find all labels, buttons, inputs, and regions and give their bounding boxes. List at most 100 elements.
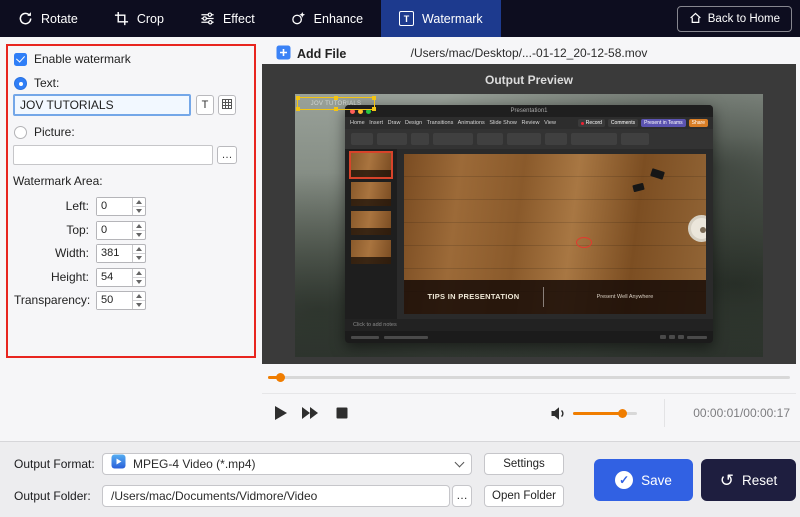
crop-icon [114,11,129,26]
height-stepper-down-icon[interactable] [133,278,145,286]
play-button[interactable] [270,402,292,424]
home-icon [689,11,702,27]
slide-caption-band: TIPS IN PRESENTATION Present Well Anywhe… [404,280,706,314]
save-label: Save [641,472,672,488]
transparency-stepper-up-icon[interactable] [133,292,145,301]
play-icon [275,406,287,420]
picture-radio[interactable] [14,125,27,139]
transparency-input[interactable] [97,291,132,309]
back-to-home-label: Back to Home [707,12,780,25]
left-stepper-down-icon[interactable] [133,207,145,215]
open-folder-button[interactable]: Open Folder [484,485,564,507]
volume-level [573,412,623,415]
slide-thumbnail [351,240,391,264]
transparency-label: Transparency: [14,293,91,307]
volume-handle[interactable] [618,409,627,418]
tab-label: Enhance [313,11,364,26]
height-stepper-up-icon[interactable] [133,269,145,278]
left-input[interactable] [97,197,132,215]
text-radio[interactable] [14,76,27,90]
add-file-icon [276,45,291,63]
red-annotation-circle [576,237,593,249]
tab-effect[interactable]: Effect [182,0,273,37]
resize-handle[interactable] [372,96,376,100]
record-dot-icon [580,121,584,125]
left-stepper-up-icon[interactable] [133,198,145,207]
stop-icon [336,407,348,419]
text-color-button[interactable] [218,95,236,115]
width-input[interactable] [97,244,132,262]
fast-forward-button[interactable] [299,402,321,424]
ppt-slide-area: TIPS IN PRESENTATION Present Well Anywhe… [397,149,713,319]
picture-option-row: Picture: [14,125,75,139]
resize-handle[interactable] [296,107,300,111]
text-option-label: Text: [34,76,60,90]
settings-label: Settings [503,458,545,470]
seek-handle[interactable] [276,373,285,382]
top-input[interactable] [97,221,132,239]
watermark-text-input[interactable] [13,94,191,116]
tab-enhance[interactable]: Enhance [273,0,381,37]
save-button[interactable]: ✓ Save [594,459,693,501]
resize-handle[interactable] [334,107,338,111]
rotate-icon [18,11,33,26]
transparency-field-row: Transparency: [14,290,154,310]
back-to-home-button[interactable]: Back to Home [676,5,792,32]
volume-icon [551,406,564,420]
width-field-row: Width: [14,243,154,263]
ppt-current-slide: TIPS IN PRESENTATION Present Well Anywhe… [404,154,706,314]
top-toolbar: Rotate Crop Effect Enhance T Watermark B… [0,0,800,37]
height-input[interactable] [97,268,132,286]
add-file-button[interactable]: Add File [276,44,346,64]
enable-watermark-label: Enable watermark [34,52,131,66]
ppt-ribbon-tabs: Home Insert Draw Design Transitions Anim… [345,117,713,129]
enable-watermark-checkbox[interactable] [14,52,27,66]
width-stepper-up-icon[interactable] [133,245,145,254]
open-folder-label: Open Folder [492,490,556,502]
seek-track[interactable] [268,376,790,379]
volume-button[interactable] [547,402,569,424]
height-label: Height: [50,270,89,284]
slide-thumbnail [349,151,393,179]
height-stepper [96,267,146,287]
resize-handle[interactable] [334,96,338,100]
text-font-button[interactable]: T [196,95,214,115]
stop-button[interactable] [331,402,353,424]
width-stepper-down-icon[interactable] [133,254,145,262]
top-stepper-up-icon[interactable] [133,222,145,231]
left-stepper [96,196,146,216]
folder-browse-button[interactable]: … [452,485,472,507]
ppt-record-button: Record [577,119,605,127]
watermark-selection-box[interactable]: JOV TUTORIALS [296,96,376,111]
settings-button[interactable]: Settings [484,453,564,475]
video-frame: Presentation1 Home Insert Draw Design Tr… [295,94,763,357]
color-grid-icon [222,98,232,112]
resize-handle[interactable] [372,107,376,111]
height-field-row: Height: [14,267,154,287]
resize-handle[interactable] [296,96,300,100]
tab-rotate[interactable]: Rotate [0,0,96,37]
enhance-icon [291,11,306,26]
ppt-share-button: Share [688,119,708,127]
enable-watermark-checkbox-row: Enable watermark [14,52,131,66]
output-format-dropdown[interactable]: MPEG-4 Video (*.mp4) [102,453,472,475]
transparency-stepper-down-icon[interactable] [133,301,145,309]
tab-watermark[interactable]: T Watermark [381,0,501,37]
top-label: Top: [66,223,89,237]
output-preview-area: Output Preview Presentation1 Home Insert… [262,64,796,364]
tab-label: Crop [136,11,164,26]
slide-subtitle: Present Well Anywhere [596,294,654,300]
reset-button[interactable]: ↺ Reset [701,459,796,501]
ppt-notes-placeholder: Click to add notes [353,322,397,328]
output-folder-input[interactable]: /Users/mac/Documents/Vidmore/Video [102,485,450,507]
width-stepper [96,243,146,263]
seek-bar[interactable] [268,372,790,382]
controls-divider [262,393,796,394]
tab-crop[interactable]: Crop [96,0,182,37]
picture-browse-button[interactable]: … [217,146,237,164]
ppt-status-bar [345,331,713,343]
time-display: 00:00:01/00:00:17 [693,406,790,420]
top-stepper-down-icon[interactable] [133,231,145,239]
mp4-format-icon [111,454,126,474]
picture-path-input[interactable] [13,145,213,165]
